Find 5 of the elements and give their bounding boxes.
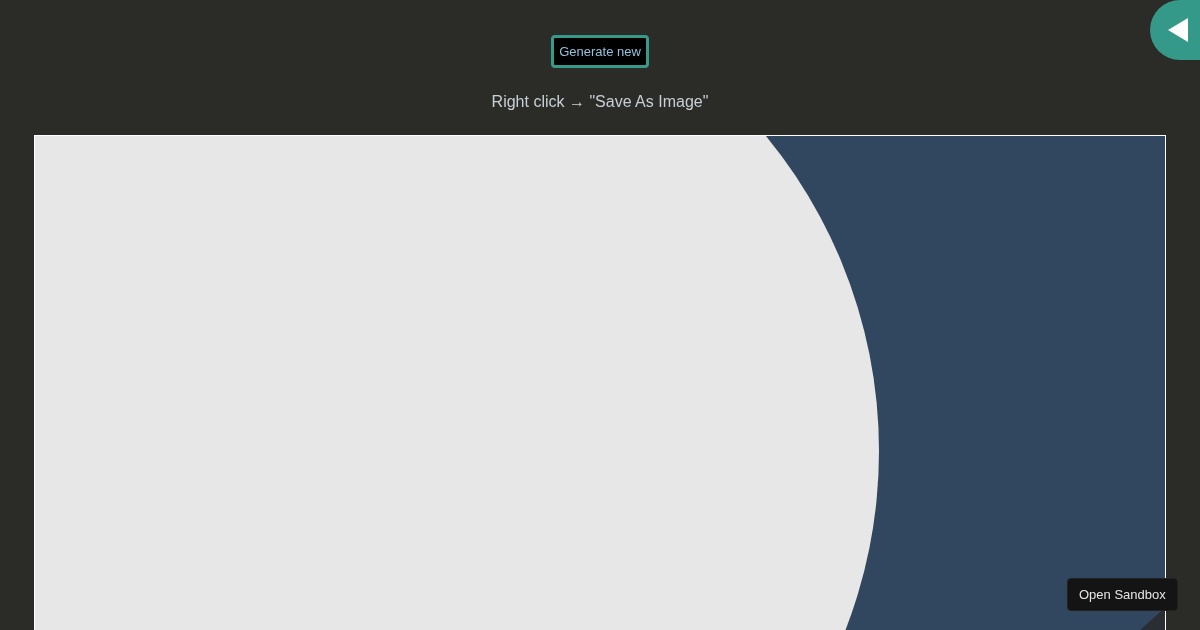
instruction-text: Right click → "Save As Image": [491, 93, 709, 111]
generate-button[interactable]: Generate new: [551, 35, 649, 68]
back-button[interactable]: [1150, 0, 1200, 60]
open-sandbox-button[interactable]: Open Sandbox: [1067, 578, 1178, 611]
triangle-left-icon: [1168, 18, 1188, 42]
